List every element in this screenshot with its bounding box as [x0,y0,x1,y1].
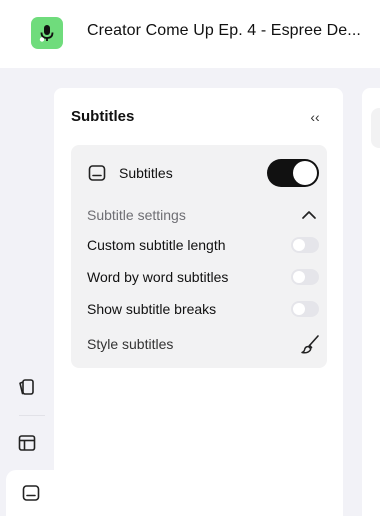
panel-title: Subtitles [71,108,135,125]
chevron-up-icon[interactable] [299,205,319,225]
subtitles-card: Subtitles Subtitle settings Custom subti… [71,145,327,368]
subtitles-toggle[interactable] [267,159,319,187]
subtitles-icon [87,163,107,183]
layout-icon[interactable] [8,424,46,462]
style-subtitles-label: Style subtitles [87,336,174,352]
preview-panel [362,88,380,516]
toggle-knob [293,271,305,283]
option-custom-length-row: Custom subtitle length [87,237,319,253]
style-subtitles-row[interactable]: Style subtitles [87,333,319,355]
cards-icon[interactable] [8,368,46,406]
custom-length-toggle[interactable] [291,237,319,253]
subtitles-panel: Subtitles ‹‹ Subtitles Subtitle settings [54,88,343,516]
microphone-icon[interactable] [31,17,63,49]
word-by-word-toggle[interactable] [291,269,319,285]
option-show-breaks-row: Show subtitle breaks [87,301,319,317]
option-label: Word by word subtitles [87,269,229,285]
subtitle-settings-label: Subtitle settings [87,207,186,223]
rail-item-subtitles[interactable] [6,470,54,516]
show-breaks-toggle[interactable] [291,301,319,317]
toggle-knob [293,303,305,315]
option-label: Show subtitle breaks [87,301,217,317]
rail-divider [19,415,45,416]
toggle-knob [293,161,317,185]
brush-icon[interactable] [299,333,321,355]
toggle-knob [293,239,305,251]
subtitles-toggle-label: Subtitles [119,165,173,181]
left-rail [0,68,54,516]
subtitle-settings-header[interactable]: Subtitle settings [87,205,319,225]
option-word-by-word-row: Word by word subtitles [87,269,319,285]
option-label: Custom subtitle length [87,237,226,253]
top-bar: Creator Come Up Ep. 4 - Espree De... [0,0,380,68]
subtitles-toggle-row: Subtitles [87,159,319,187]
double-chevron-left-icon[interactable]: ‹‹ [304,106,326,128]
project-title[interactable]: Creator Come Up Ep. 4 - Espree De... [87,22,380,40]
subtitles-icon [12,474,50,512]
preview-chip[interactable] [371,108,380,148]
